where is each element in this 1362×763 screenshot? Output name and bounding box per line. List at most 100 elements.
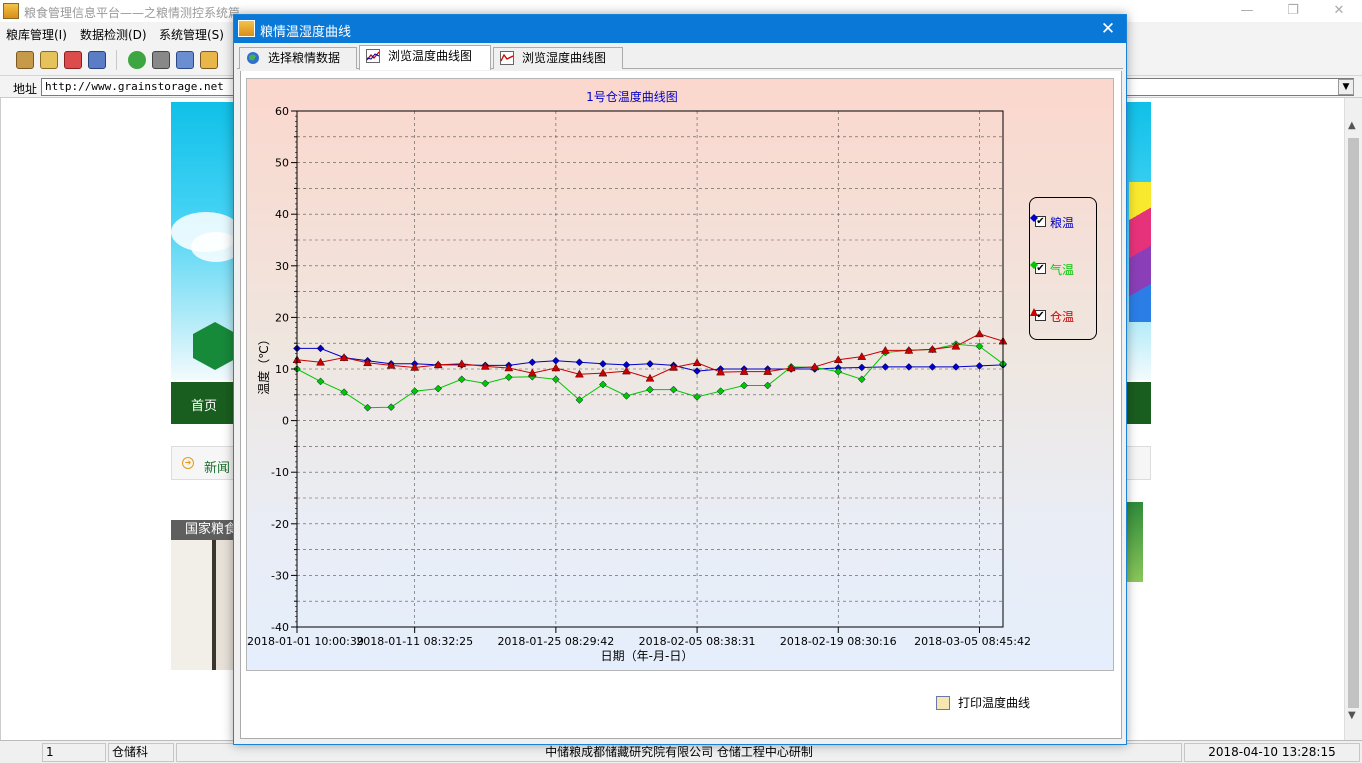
y-tick-label: 50 (275, 157, 289, 170)
y-axis-label: 温度（℃） (256, 333, 271, 394)
chart-legend: ✔ 粮温 ✔ 气温 ✔ 仓温 (1029, 197, 1097, 340)
data-point (316, 344, 325, 353)
data-point (575, 358, 584, 367)
legend-item-air-temp[interactable]: ✔ 气温 (1030, 261, 1098, 277)
address-dropdown-icon[interactable]: ▼ (1338, 79, 1354, 95)
tools-icon[interactable] (152, 51, 170, 69)
news-link[interactable]: 新闻 (204, 457, 230, 476)
export-icon[interactable] (88, 51, 106, 69)
triangle-marker-icon (1030, 308, 1038, 316)
y-tick-label: 20 (275, 311, 289, 324)
y-tick-label: -40 (271, 621, 289, 634)
data-point (528, 358, 537, 367)
data-point (504, 373, 513, 382)
x-tick-label: 2018-01-11 08:32:25 (356, 635, 473, 648)
tab-strip: 选择粮情数据 浏览温度曲线图 浏览湿度曲线图 (237, 45, 1123, 70)
temperature-chart-icon (366, 49, 380, 63)
legend-label: 气温 (1050, 263, 1075, 277)
menu-system-management[interactable]: 系统管理(S) (159, 26, 224, 43)
tab-temperature-chart[interactable]: 浏览温度曲线图 (359, 45, 491, 70)
legend-item-grain-temp[interactable]: ✔ 粮温 (1030, 214, 1098, 230)
data-point (692, 358, 702, 367)
vertical-scrollbar[interactable]: ▲ ▼ (1344, 98, 1362, 740)
chart-canvas: 60 50 40 30 20 10 0 -10 -20 -30 -402018-01-01 10:0… (247, 89, 1031, 663)
user-count: 1 (42, 743, 106, 762)
data-point (952, 363, 960, 371)
report-icon[interactable] (64, 51, 82, 69)
refresh-icon[interactable] (128, 51, 146, 69)
x-tick-label: 2018-01-25 08:29:42 (497, 635, 614, 648)
legend-item-bin-temp[interactable]: ✔ 仓温 (1030, 308, 1098, 324)
scroll-thumb[interactable] (1348, 138, 1359, 708)
humidity-chart-icon (500, 51, 514, 65)
print-curve-button[interactable]: 打印温度曲线 (934, 693, 1030, 715)
scroll-down-icon[interactable]: ▼ (1348, 710, 1356, 721)
tab-select-data[interactable]: 选择粮情数据 (239, 47, 357, 69)
data-point (410, 387, 419, 396)
dialog-app-icon (238, 20, 255, 37)
address-label: 地址 (13, 82, 38, 96)
network-icon[interactable] (176, 51, 194, 69)
data-point (457, 359, 467, 368)
close-button[interactable]: ✕ (1316, 1, 1362, 21)
x-tick-label: 2018-02-19 08:30:16 (780, 635, 897, 648)
y-tick-label: -30 (271, 569, 289, 582)
minimize-button[interactable]: — (1224, 1, 1270, 21)
site-logo (193, 322, 237, 370)
data-point (975, 342, 984, 351)
menu-data-detection[interactable]: 数据检测(D) (80, 26, 147, 43)
nav-home-link[interactable]: 首页 (191, 395, 217, 414)
print-label: 打印温度曲线 (958, 696, 1031, 710)
data-point (551, 363, 561, 372)
data-point (975, 362, 984, 370)
data-point (740, 381, 748, 390)
dialog-close-button[interactable]: ✕ (1096, 17, 1120, 41)
y-tick-label: -10 (271, 466, 289, 479)
data-point (716, 387, 725, 396)
storage-icon[interactable] (40, 51, 58, 69)
data-point (552, 356, 560, 365)
data-point (622, 366, 631, 375)
data-point (481, 379, 490, 388)
data-point (599, 359, 607, 368)
temperature-chart: 60 50 40 30 20 10 0 -10 -20 -30 -40 2018-01-01 10:0… (246, 78, 1114, 671)
tab-label: 浏览温度曲线图 (388, 49, 473, 63)
print-icon (936, 696, 950, 710)
data-point (457, 375, 466, 384)
y-tick-label: 0 (282, 415, 289, 428)
photo-caption: 国家粮食 (171, 520, 239, 540)
series-line (296, 333, 1004, 379)
data-point (622, 391, 631, 400)
maximize-button[interactable]: ❐ (1270, 1, 1316, 21)
dialog-titlebar[interactable]: 粮情温湿度曲线 ✕ (234, 15, 1126, 43)
tab-page: 60 50 40 30 20 10 0 -10 -20 -30 -40 2018-01-01 10:0… (240, 71, 1122, 739)
legend-label: 仓温 (1050, 310, 1075, 324)
y-tick-label: -20 (271, 518, 289, 531)
chart-title: 1号仓温度曲线图 (586, 89, 678, 104)
scroll-up-icon[interactable]: ▲ (1348, 120, 1356, 131)
app-logo-icon (3, 3, 19, 19)
organization-label: 中储粮成都储藏研究院有限公司 仓储工程中心研制 (176, 743, 1182, 762)
data-point (599, 380, 607, 389)
menu-grain-depot[interactable]: 粮库管理(I) (6, 26, 67, 43)
data-point (881, 363, 890, 371)
datetime-label: 2018-04-10 13:28:15 (1184, 743, 1360, 762)
data-point (693, 393, 701, 401)
data-point (363, 403, 372, 412)
tab-label: 选择粮情数据 (268, 51, 341, 65)
calendar-icon[interactable] (16, 51, 34, 69)
y-tick-label: 30 (275, 260, 289, 273)
diamond-marker-icon (1030, 261, 1038, 269)
app-title: 粮食管理信息平台——之粮情测控系统篇 (24, 6, 241, 20)
tab-humidity-chart[interactable]: 浏览湿度曲线图 (493, 47, 623, 69)
x-tick-label: 2018-01-01 10:00:39 (247, 635, 364, 648)
data-point (857, 363, 866, 372)
news-photo[interactable] (171, 520, 239, 670)
side-image (1127, 502, 1143, 582)
diamond-marker-icon (1030, 214, 1038, 222)
data-point (316, 377, 325, 386)
data-point (928, 363, 937, 371)
x-tick-label: 2018-03-05 08:45:42 (914, 635, 1031, 648)
help-icon[interactable] (200, 51, 218, 69)
data-point (646, 359, 654, 368)
